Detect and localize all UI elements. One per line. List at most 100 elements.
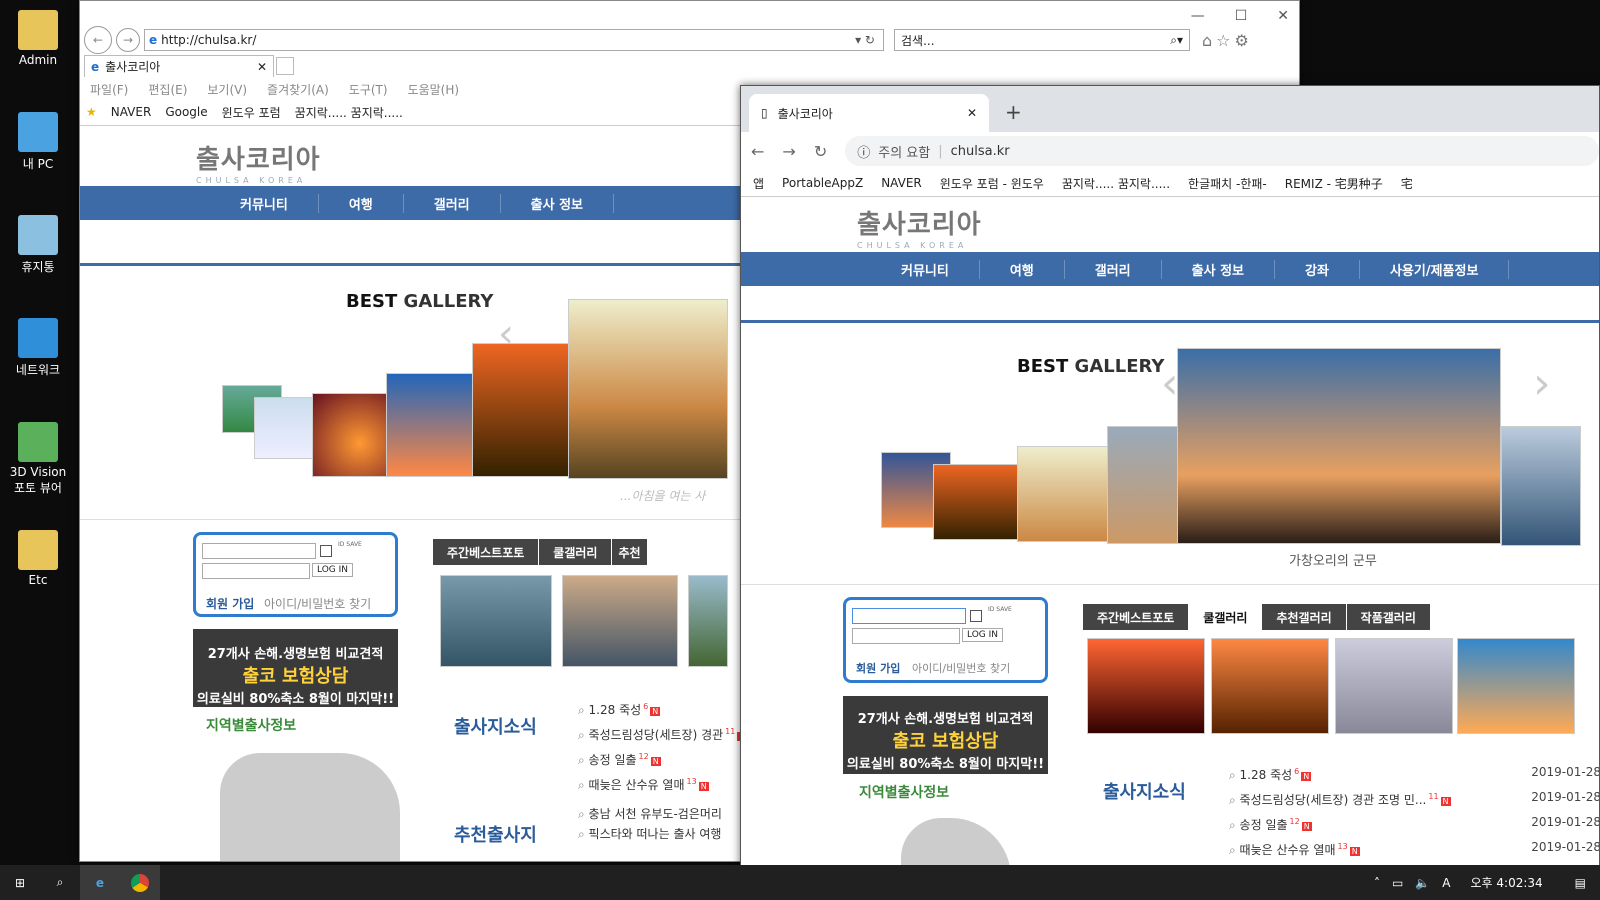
gallery-tab[interactable]: 쿨갤러리 [1189, 604, 1263, 630]
search-icon[interactable]: ⌕▾ [1170, 33, 1183, 48]
address-bar[interactable]: e http://chulsa.kr/ ▾ ↻ [144, 29, 884, 51]
gallery-tab[interactable]: 주간베스트포토 [433, 539, 540, 565]
gallery-tab[interactable]: 추천 [612, 539, 648, 565]
omnibox[interactable]: ⓘ 주의 요함 | chulsa.kr [845, 136, 1599, 166]
favorite-link[interactable]: Google [165, 105, 207, 119]
notification-icon[interactable]: ▤ [1575, 876, 1586, 890]
next-arrow-icon[interactable]: › [1533, 358, 1551, 409]
news-title[interactable]: 죽성드림성당(세트장) 경관 [589, 728, 724, 742]
news-title[interactable]: 때늦은 산수유 열매 [589, 778, 685, 792]
photo-thumb[interactable] [440, 575, 552, 667]
menu-item[interactable]: 도구(T) [349, 81, 388, 98]
news-item[interactable]: ⌕ 송정 일출 12N 2019-01-28 [1229, 812, 1599, 837]
photo-thumb[interactable] [562, 575, 678, 667]
gear-icon[interactable]: ⚙ [1235, 31, 1249, 50]
insurance-ad[interactable]: 27개사 손해.생명보험 비교견적 출코 보험상담 의료실비 80%축소 8월이 마… [193, 629, 398, 707]
news-item[interactable]: ⌕ 픽스타와 떠나는 출사 여행 [578, 824, 722, 844]
back-icon[interactable]: ← [751, 142, 764, 161]
maximize-icon[interactable]: ☐ [1235, 8, 1248, 24]
photo-thumb[interactable] [688, 575, 728, 667]
chrome-taskbar-icon[interactable] [120, 865, 160, 900]
nav-item[interactable]: 갤러리 [1065, 259, 1162, 279]
nav-item[interactable]: 갤러리 [404, 193, 501, 213]
news-title[interactable]: 1.28 죽성 [1240, 768, 1293, 782]
star-icon[interactable]: ☆ [1216, 31, 1230, 50]
back-icon[interactable]: ← [84, 26, 112, 54]
news-item[interactable]: ⌕ 1.28 죽성 6N 2019-01-28 [1229, 762, 1599, 787]
bookmark-link[interactable]: REMIZ - 宅男种子 [1285, 175, 1383, 192]
menu-item[interactable]: 보기(V) [207, 81, 247, 98]
gallery-thumb[interactable] [386, 373, 476, 477]
ime-indicator[interactable]: A [1442, 876, 1450, 890]
forward-icon[interactable]: → [116, 28, 140, 52]
minimize-icon[interactable]: — [1191, 8, 1205, 24]
photo-thumb[interactable] [1457, 638, 1575, 734]
news-title[interactable]: 송정 일출 [589, 753, 637, 767]
gallery-thumb[interactable] [312, 393, 392, 477]
gallery-tab[interactable]: 쿨갤러리 [539, 539, 613, 565]
find-id-link[interactable]: 아이디/비밀번호 찾기 [912, 660, 1010, 676]
insurance-ad[interactable]: 27개사 손해.생명보험 비교견적 출코 보험상담 의료실비 80%축소 8월이 마… [843, 696, 1048, 774]
new-tab-button[interactable] [276, 57, 294, 75]
menu-item[interactable]: 도움말(H) [408, 81, 460, 98]
gallery-main-image[interactable] [1177, 348, 1501, 544]
desktop-icon[interactable]: 네트워크 [4, 318, 72, 378]
chevron-up-icon[interactable]: ˄ [1374, 876, 1380, 890]
menu-item[interactable]: 편집(E) [148, 81, 187, 98]
forward-icon[interactable]: → [782, 142, 795, 161]
windows-start-icon[interactable]: ⊞ [0, 865, 40, 900]
password-input[interactable] [852, 628, 960, 644]
desktop-icon[interactable]: Etc [4, 530, 72, 587]
gallery-tab[interactable]: 주간베스트포토 [1083, 604, 1190, 630]
volume-icon[interactable]: 🔈 [1415, 876, 1430, 890]
photo-thumb[interactable] [1211, 638, 1329, 734]
prev-arrow-icon[interactable]: ‹ [1161, 358, 1179, 409]
join-link[interactable]: 회원 가입 [856, 660, 900, 676]
login-button[interactable]: LOG IN [312, 563, 353, 577]
desktop-icon[interactable]: Admin [4, 10, 72, 67]
korea-map[interactable] [901, 818, 1011, 869]
desktop-icon[interactable]: 3D Vision 포토 뷰어 [4, 422, 72, 496]
close-tab-icon[interactable]: ✕ [257, 60, 267, 74]
network-icon[interactable]: ▭ [1392, 876, 1403, 890]
desktop-icon[interactable]: 휴지통 [4, 215, 72, 275]
nav-item[interactable]: 출사 정보 [501, 193, 615, 213]
nav-item[interactable]: 커뮤니티 [871, 259, 980, 279]
news-item[interactable]: ⌕ 죽성드림성당(세트장) 경관 조명 민... 11N 2019-01-28 [1229, 787, 1599, 812]
search-input[interactable]: 검색... ⌕▾ [894, 29, 1190, 51]
refresh-icon[interactable]: ▾ ↻ [855, 33, 875, 47]
news-title[interactable]: 픽스타와 떠나는 출사 여행 [589, 827, 722, 841]
login-button[interactable]: LOG IN [962, 628, 1003, 642]
bookmark-link[interactable]: 宅 [1401, 175, 1413, 192]
password-input[interactable] [202, 563, 310, 579]
bookmark-link[interactable]: 한글패치 -한패- [1188, 175, 1267, 192]
clock[interactable]: 오후 4:02:34 [1471, 874, 1543, 891]
news-title[interactable]: 충남 서천 유부도-검은머리 [589, 807, 722, 821]
news-item[interactable]: ⌕ 죽성드림성당(세트장) 경관11N [578, 722, 748, 747]
join-link[interactable]: 회원 가입 [206, 595, 254, 612]
ie-tab[interactable]: e 출사코리아 ✕ [84, 55, 274, 77]
gallery-main-image[interactable] [568, 299, 728, 479]
id-input[interactable] [202, 543, 316, 559]
desktop-icon[interactable]: 내 PC [4, 112, 72, 172]
ie-taskbar-icon[interactable]: e [80, 865, 120, 900]
id-save-checkbox[interactable] [970, 610, 982, 622]
gallery-thumb[interactable] [1501, 426, 1581, 546]
nav-item[interactable]: 커뮤니티 [210, 193, 319, 213]
reload-icon[interactable]: ↻ [814, 142, 827, 161]
gallery-thumb[interactable] [472, 343, 572, 477]
bookmark-link[interactable]: 꿈지락..... 꿈지락..... [1062, 175, 1170, 192]
close-tab-icon[interactable]: ✕ [967, 106, 977, 120]
news-item[interactable]: ⌕ 때늦은 산수유 열매 13N [578, 772, 747, 797]
news-item[interactable]: ⌕ 1.28 죽성 6N [578, 697, 747, 722]
info-icon[interactable]: ⓘ [857, 142, 870, 161]
bookmark-link[interactable]: 앱 [753, 175, 764, 192]
search-icon[interactable]: ⌕ [40, 865, 80, 900]
nav-item[interactable]: 사용기/제품정보 [1360, 259, 1510, 279]
favorites-star-icon[interactable]: ★ [86, 105, 97, 119]
gallery-tab[interactable]: 추천갤러리 [1262, 604, 1347, 630]
gallery-thumb[interactable] [1107, 426, 1187, 544]
news-item[interactable]: ⌕ 송정 일출 12N [578, 747, 747, 772]
menu-item[interactable]: 즐겨찾기(A) [267, 81, 329, 98]
news-title[interactable]: 송정 일출 [1240, 818, 1288, 832]
